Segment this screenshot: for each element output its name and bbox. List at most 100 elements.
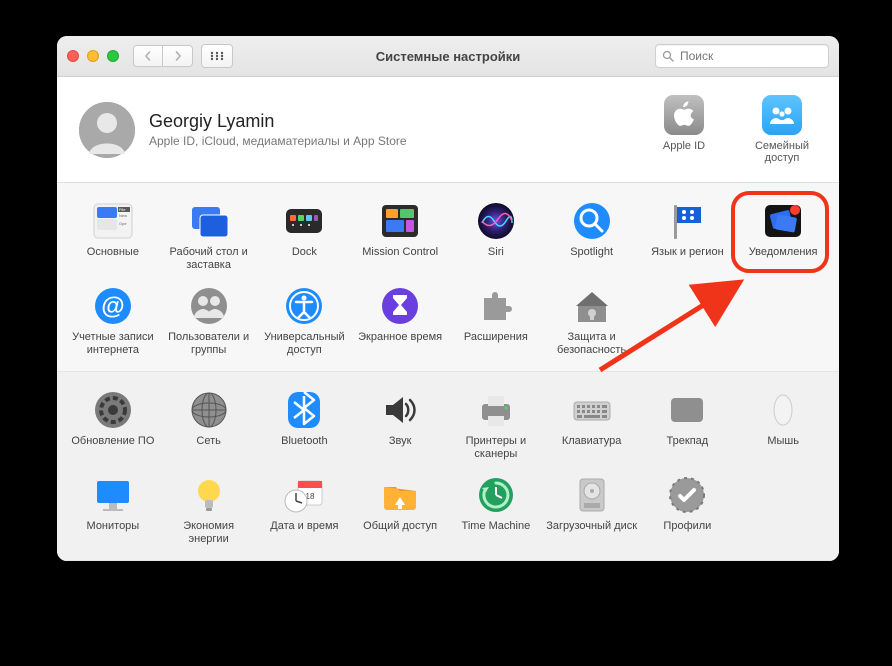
back-button[interactable] (133, 45, 163, 67)
family-icon (768, 105, 796, 125)
general-pane[interactable]: File New Ope Основные (65, 197, 161, 276)
trackpad-label: Трекпад (667, 435, 709, 461)
time-machine-pane[interactable]: Time Machine (448, 471, 544, 550)
language-region-pane[interactable]: Язык и регион (640, 197, 736, 276)
general-label: Основные (87, 246, 139, 272)
general-icon: File New Ope (93, 201, 133, 241)
trackpad-icon (667, 390, 707, 430)
show-all-button[interactable] (201, 44, 233, 68)
mouse-label: Мышь (767, 435, 799, 461)
software-update-pane[interactable]: Обновление ПО (65, 386, 161, 465)
apple-logo-icon (672, 101, 696, 129)
folder-icon (380, 475, 420, 515)
close-button[interactable] (67, 50, 79, 62)
panes-section-1: File New Ope Основные Рабочий стол и зас… (57, 183, 839, 372)
search-icon (662, 50, 674, 62)
language-region-label: Язык и регион (651, 246, 724, 272)
profiles-icon (667, 475, 707, 515)
startup-disk-pane[interactable]: Загрузочный диск (544, 471, 640, 550)
flag-icon (667, 201, 707, 241)
extensions-pane[interactable]: Расширения (448, 282, 544, 361)
avatar[interactable] (79, 102, 135, 158)
sound-label: Звук (389, 435, 412, 461)
profiles-pane[interactable]: Профили (640, 471, 736, 550)
globe-icon (189, 390, 229, 430)
maximize-button[interactable] (107, 50, 119, 62)
sharing-label: Общий доступ (363, 520, 437, 546)
panes-section-2: Обновление ПО Сеть Bluetooth (57, 372, 839, 561)
network-pane[interactable]: Сеть (161, 386, 257, 465)
mouse-pane[interactable]: Мышь (735, 386, 831, 465)
date-time-label: Дата и время (270, 520, 338, 546)
puzzle-icon (476, 286, 516, 326)
chevron-left-icon (143, 51, 153, 61)
extensions-label: Расширения (464, 331, 528, 357)
dock-pane[interactable]: Dock (257, 197, 353, 276)
speaker-icon (380, 390, 420, 430)
avatar-icon (79, 102, 135, 158)
trackpad-pane[interactable]: Трекпад (640, 386, 736, 465)
user-name: Georgiy Lyamin (149, 111, 407, 132)
time-machine-label: Time Machine (462, 520, 531, 546)
notifications-pane[interactable]: Уведомления (735, 197, 831, 276)
spotlight-pane[interactable]: Spotlight (544, 197, 640, 276)
bluetooth-label: Bluetooth (281, 435, 327, 461)
accessibility-label: Универсальный доступ (259, 331, 351, 357)
keyboard-pane[interactable]: Клавиатура (544, 386, 640, 465)
sound-pane[interactable]: Звук (352, 386, 448, 465)
chevron-right-icon (173, 51, 183, 61)
search-input[interactable] (678, 48, 837, 64)
desktop-pane[interactable]: Рабочий стол и заставка (161, 197, 257, 276)
mission-control-pane[interactable]: Mission Control (352, 197, 448, 276)
gear-icon (93, 390, 133, 430)
at-icon: @ (93, 286, 133, 326)
keyboard-icon (572, 390, 612, 430)
user-meta: Georgiy Lyamin Apple ID, iCloud, медиама… (149, 111, 407, 148)
nav-buttons (133, 45, 193, 67)
date-time-pane[interactable]: 18 Дата и время (257, 471, 353, 550)
mission-control-icon (380, 201, 420, 241)
siri-icon (476, 201, 516, 241)
grid-icon (210, 51, 224, 61)
printers-pane[interactable]: Принтеры и сканеры (448, 386, 544, 465)
user-subtitle: Apple ID, iCloud, медиаматериалы и App S… (149, 134, 407, 148)
users-groups-pane[interactable]: Пользователи и группы (161, 282, 257, 361)
minimize-button[interactable] (87, 50, 99, 62)
spotlight-icon (572, 201, 612, 241)
startup-disk-label: Загрузочный диск (546, 520, 637, 546)
system-preferences-window: Системные настройки Georgiy Lyamin Apple… (57, 36, 839, 561)
dock-label: Dock (292, 246, 317, 272)
bulb-icon (189, 475, 229, 515)
search-field-wrap[interactable] (655, 44, 829, 68)
header-panes: Apple ID Семейный доступ (649, 95, 817, 164)
security-pane[interactable]: Защита и безопасность (544, 282, 640, 361)
accessibility-icon (284, 286, 324, 326)
users-groups-label: Пользователи и группы (163, 331, 255, 357)
mission-control-label: Mission Control (362, 246, 438, 272)
internet-accounts-pane[interactable]: @ Учетные записи интернета (65, 282, 161, 361)
family-sharing-pane[interactable]: Семейный доступ (747, 95, 817, 164)
hourglass-icon (380, 286, 420, 326)
printer-icon (476, 390, 516, 430)
accessibility-pane[interactable]: Универсальный доступ (257, 282, 353, 361)
screen-time-pane[interactable]: Экранное время (352, 282, 448, 361)
bluetooth-pane[interactable]: Bluetooth (257, 386, 353, 465)
svg-text:Ope: Ope (119, 221, 127, 226)
security-label: Защита и безопасность (546, 331, 638, 357)
forward-button[interactable] (163, 45, 193, 67)
energy-pane[interactable]: Экономия энергии (161, 471, 257, 550)
internet-accounts-label: Учетные записи интернета (67, 331, 159, 357)
profiles-label: Профили (663, 520, 711, 546)
users-icon (189, 286, 229, 326)
sharing-pane[interactable]: Общий доступ (352, 471, 448, 550)
apple-id-label: Apple ID (663, 140, 705, 152)
displays-label: Мониторы (87, 520, 140, 546)
notifications-icon (763, 201, 803, 241)
displays-pane[interactable]: Мониторы (65, 471, 161, 550)
printers-label: Принтеры и сканеры (450, 435, 542, 461)
house-icon (572, 286, 612, 326)
svg-text:File: File (119, 207, 126, 212)
siri-pane[interactable]: Siri (448, 197, 544, 276)
time-machine-icon (476, 475, 516, 515)
apple-id-pane[interactable]: Apple ID (649, 95, 719, 152)
